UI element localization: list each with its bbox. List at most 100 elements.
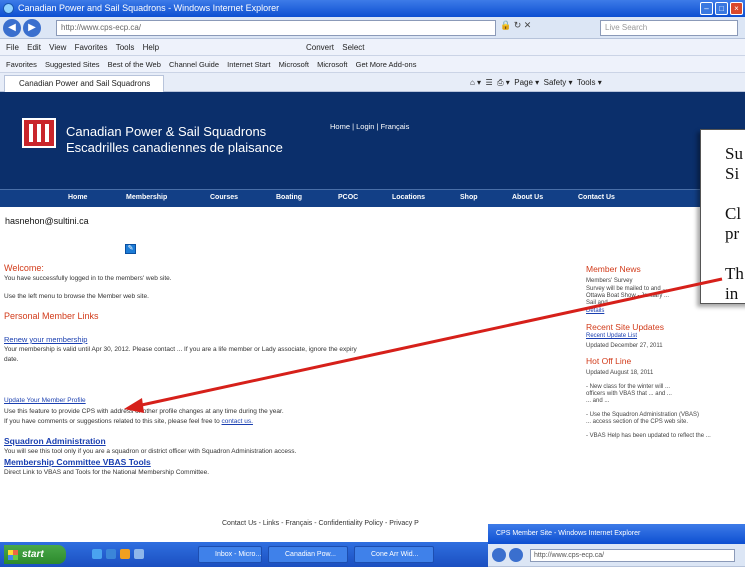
update-profile-link[interactable]: Update Your Member Profile [4, 397, 86, 404]
menu-edit[interactable]: Edit [27, 43, 41, 52]
search-input[interactable]: Live Search [600, 20, 738, 36]
url-input[interactable]: http://www.cps-ecp.ca/ [56, 20, 496, 36]
quicklaunch-outlook-icon[interactable] [120, 549, 130, 559]
second-forward-icon[interactable] [509, 548, 523, 562]
updates-list-link[interactable]: Recent Update List [586, 333, 637, 339]
tab-bar: Canadian Power and Sail Squadrons ⌂ ▾ ☰ … [0, 73, 745, 92]
ie-app-icon [3, 3, 14, 14]
org-name-en: Canadian Power & Sail Squadrons [66, 124, 267, 139]
update-text: Use this feature to provide CPS with add… [4, 408, 284, 415]
second-window-addressbar: http://www.cps-ecp.ca/ [488, 544, 745, 567]
committee-text: Direct Link to VBAS and Tools for the Na… [4, 469, 210, 476]
command-bar: ⌂ ▾ ☰ ⎙ ▾ Page ▾ Safety ▾ Tools ▾ [470, 78, 602, 87]
windows-logo-icon [8, 550, 18, 560]
footer-links[interactable]: Contact Us - Links - Français - Confiden… [222, 520, 419, 527]
member-news-heading: Member News [586, 264, 641, 274]
menu-favorites[interactable]: Favorites [75, 43, 108, 52]
fav-channel-guide[interactable]: Channel Guide [169, 60, 219, 69]
feeds-icon[interactable]: ☰ [486, 78, 493, 87]
select-button[interactable]: Select [342, 43, 364, 52]
quicklaunch-desktop-icon[interactable] [92, 549, 102, 559]
screenshot-root: { "window": {"title": "Canadian Power an… [0, 0, 745, 567]
news-line-2: Ottawa Boat Show - January ... [586, 293, 670, 299]
forward-icon[interactable]: ▶ [23, 19, 41, 37]
links-heading: Personal Member Links [4, 311, 99, 321]
windows-taskbar: start Inbox - Micro... Canadian Pow... C… [0, 542, 488, 567]
edit-profile-icon[interactable]: ✎ [125, 244, 136, 254]
nav-membership[interactable]: Membership [126, 194, 167, 201]
cps-logo-icon[interactable] [22, 118, 56, 148]
nav-boating[interactable]: Boating [276, 194, 302, 201]
renew-link[interactable]: Renew your membership [4, 335, 87, 344]
task-cone-arrow[interactable]: Cone Arr Wid... [354, 546, 434, 563]
cmd-safety[interactable]: Safety [544, 78, 567, 87]
menu-view[interactable]: View [49, 43, 66, 52]
news-subheading: Members' Survey [586, 278, 633, 284]
nav-home[interactable]: Home [68, 194, 87, 201]
user-email: hasnehon@sultini.ca [5, 216, 89, 226]
window-controls: – □ × [700, 2, 743, 15]
refresh-stop-icons[interactable]: 🔒 ↻ ✕ [500, 20, 531, 31]
nav-courses[interactable]: Courses [210, 194, 238, 201]
welcome-text: You have successfully logged in to the m… [4, 275, 172, 282]
tab-cps[interactable]: Canadian Power and Sail Squadrons [4, 75, 164, 92]
news-details-link[interactable]: Details [586, 308, 604, 314]
nav-locations[interactable]: Locations [392, 194, 425, 201]
committee-link[interactable]: Membership Committee VBAS Tools [4, 457, 151, 467]
admin-text: You will see this tool only if you are a… [4, 448, 297, 455]
second-back-icon[interactable] [492, 548, 506, 562]
task-inbox[interactable]: Inbox - Micro... [198, 546, 262, 563]
annotation-callout: Su Si Cl pr Th in [700, 129, 745, 304]
web-page: Canadian Power & Sail Squadrons Escadril… [0, 92, 745, 542]
favorites-bar: Favorites Suggested Sites Best of the We… [0, 56, 745, 73]
favorites-button[interactable]: Favorites [6, 60, 37, 69]
news-line-1: Survey will be mailed to and ... [586, 286, 668, 292]
print-icon[interactable]: ⎙ ▾ [497, 78, 510, 87]
squadron-admin-link[interactable]: Squadron Administration [4, 436, 106, 446]
nav-shop[interactable]: Shop [460, 194, 478, 201]
callout-line-5: pr [725, 224, 740, 243]
quicklaunch-ie-icon[interactable] [106, 549, 116, 559]
close-button[interactable]: × [730, 2, 743, 15]
org-name-fr: Escadrilles canadiennes de plaisance [66, 140, 283, 155]
second-window-titlebar[interactable]: CPS Member Site - Windows Internet Explo… [488, 524, 745, 544]
cmd-page[interactable]: Page [514, 78, 533, 87]
menu-help[interactable]: Help [143, 43, 159, 52]
fav-microsoft-2[interactable]: Microsoft [317, 60, 347, 69]
fav-internet-start[interactable]: Internet Start [227, 60, 270, 69]
second-url-input[interactable]: http://www.cps-ecp.ca/ [530, 549, 735, 562]
quicklaunch-folder-icon[interactable] [134, 549, 144, 559]
address-bar: ◀ ▶ http://www.cps-ecp.ca/ 🔒 ↻ ✕ Live Se… [0, 17, 745, 39]
admin-line-2: ... access section of the CPS web site. [586, 419, 689, 425]
home-icon[interactable]: ⌂ ▾ [470, 78, 481, 87]
header-links[interactable]: Home | Login | Français [330, 122, 409, 131]
welcome-heading: Welcome: [4, 263, 44, 273]
site-header: Canadian Power & Sail Squadrons Escadril… [0, 92, 745, 189]
fav-microsoft-1[interactable]: Microsoft [279, 60, 309, 69]
hot-off-line-heading: Hot Off Line [586, 356, 632, 366]
nav-contact[interactable]: Contact Us [578, 194, 615, 201]
menu-file[interactable]: File [6, 43, 19, 52]
window-title: Canadian Power and Sail Squadrons - Wind… [18, 3, 280, 13]
fav-best-of-web[interactable]: Best of the Web [108, 60, 161, 69]
contact-us-link[interactable]: contact us. [222, 418, 253, 425]
convert-button[interactable]: Convert [306, 43, 334, 52]
main-nav: Home Membership Courses Boating PCOC Loc… [0, 189, 745, 207]
start-button[interactable]: start [4, 545, 66, 564]
cmd-tools[interactable]: Tools [577, 78, 596, 87]
minimize-button[interactable]: – [700, 2, 713, 15]
hot-line-2: officers with VBAS that ... and ... [586, 391, 672, 397]
task-canadian-power[interactable]: Canadian Pow... [268, 546, 348, 563]
back-icon[interactable]: ◀ [3, 19, 21, 37]
nav-pcoc[interactable]: PCOC [338, 194, 358, 201]
menu-bar: File Edit View Favorites Tools Help Conv… [0, 39, 745, 56]
maximize-button[interactable]: □ [715, 2, 728, 15]
nav-about[interactable]: About Us [512, 194, 543, 201]
fav-get-addons[interactable]: Get More Add-ons [356, 60, 417, 69]
hot-line-3: ... and ... [586, 398, 610, 404]
fav-suggested-sites[interactable]: Suggested Sites [45, 60, 100, 69]
renew-text: Your membership is valid until Apr 30, 2… [4, 346, 357, 353]
menu-right: Convert Select [300, 39, 364, 56]
menu-tools[interactable]: Tools [116, 43, 135, 52]
updates-date: Updated December 27, 2011 [586, 343, 663, 349]
